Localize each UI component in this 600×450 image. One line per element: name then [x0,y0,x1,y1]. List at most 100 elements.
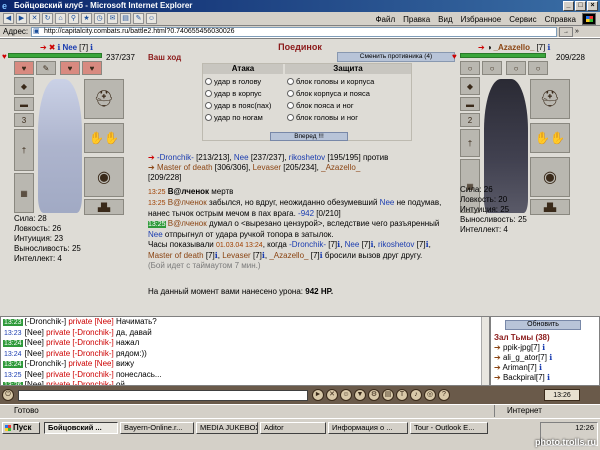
defense-option[interactable]: блок корпуса и пояса [287,88,370,98]
clear-icon[interactable]: ✕ [326,389,338,401]
info-icon[interactable]: ℹ [547,43,550,52]
chat-sender[interactable]: [Nee] [25,328,44,337]
translit-icon[interactable]: T [396,389,408,401]
attack-option[interactable]: удар по ногам [205,112,263,122]
chat-time[interactable]: 13:23 [3,329,23,337]
equip-slot[interactable]: ○ [506,61,526,75]
forward-button[interactable]: Вперед !!! [270,132,348,141]
refresh-button[interactable]: Обновить [505,320,581,330]
chat-sender[interactable]: [Nee] [25,370,44,379]
radio-icon[interactable] [287,113,294,121]
messenger-icon[interactable]: ☺ [146,13,157,24]
menu-file[interactable]: Файл [375,15,395,24]
equip-slot[interactable]: ○ [528,61,548,75]
favorites-icon[interactable]: ★ [81,13,92,24]
task-button[interactable]: Информация о ... [328,422,408,434]
filter-icon[interactable]: ▼ [354,389,366,401]
task-button[interactable]: Tour - Outlook E... [410,422,488,434]
info-icon[interactable]: ℹ [320,251,323,260]
chat-time[interactable]: 13:23 [3,319,23,326]
chat-recipient[interactable]: private [-Dronchik-] [46,370,114,379]
defense-option[interactable]: блок пояса и ног [287,100,354,110]
menu-help[interactable]: Справка [545,15,576,24]
maximize-button[interactable]: □ [575,1,586,11]
menu-edit[interactable]: Правка [403,15,430,24]
chat-sender[interactable]: [-Dronchik-] [25,317,66,326]
print-icon[interactable]: ▤ [120,13,131,24]
chat-time[interactable]: 13:24 [3,361,23,368]
edit-icon[interactable]: ✎ [133,13,144,24]
mail-icon[interactable]: ✉ [107,13,118,24]
equip-slot[interactable]: ♥ [82,61,102,75]
cancel-icon[interactable]: ✖ [49,43,56,52]
equip-slot[interactable]: ▟▙ [84,199,124,215]
room-member[interactable]: ➔ ppik-jpg[7] ℹ [494,343,552,353]
defense-option[interactable]: блок головы и ног [287,112,358,122]
radio-icon[interactable] [287,89,294,97]
exit-icon[interactable]: ⏻ [2,389,14,401]
equip-slot[interactable]: ▬ [14,97,34,111]
radio-icon[interactable] [205,89,212,97]
room-member[interactable]: ➔ Backpiral[7] ℹ [494,373,552,383]
chat-sender[interactable]: [Nee] [25,349,44,358]
equip-slot[interactable]: 2 [460,113,480,127]
equip-slot[interactable]: ⛑ [84,79,124,119]
task-button[interactable]: Бойцовский ... [44,422,118,434]
map-icon[interactable]: ◎ [424,389,436,401]
info-icon[interactable]: ℹ [90,43,93,52]
history-icon[interactable]: ◷ [94,13,105,24]
equip-slot[interactable]: ▟▙ [530,199,570,215]
close-button[interactable]: × [587,1,598,11]
info-icon[interactable]: ℹ [215,251,218,260]
chat-time[interactable]: 13:24 [3,340,23,347]
equip-slot[interactable]: † [14,129,34,171]
info-icon[interactable]: ℹ [370,240,373,249]
equip-slot[interactable]: ◆ [14,77,34,95]
refresh-icon[interactable]: ↻ [42,13,53,24]
home-icon[interactable]: ⌂ [55,13,66,24]
search-icon[interactable]: ⚲ [68,13,79,24]
equip-slot[interactable]: ○ [460,61,480,75]
go-button[interactable]: → [559,26,573,37]
member-name[interactable]: ali_g_ator[7] [503,353,547,362]
attack-option[interactable]: удар в корпус [205,88,262,98]
help-icon[interactable]: ? [438,389,450,401]
radio-icon[interactable] [205,77,212,85]
chat-time[interactable]: 13:25 [3,371,23,379]
fighter-name[interactable]: Levaser [253,163,281,172]
change-opponent-button[interactable]: Сменить противника (4) [337,52,455,62]
room-member[interactable]: ➔ Ariman[7] ℹ [494,363,552,373]
equip-slot[interactable]: ♥ [14,61,34,75]
info-icon[interactable]: ℹ [537,363,542,372]
equip-slot[interactable]: ◉ [530,157,570,197]
right-player-name[interactable]: _Azazello_ [494,43,535,52]
fighter-name[interactable]: -Dronchik- [157,153,194,162]
chat-recipient[interactable]: private [Nee] [68,317,113,326]
menu-tools[interactable]: Сервис [509,15,536,24]
chat-time[interactable]: 13:24 [3,350,23,358]
equip-slot[interactable]: ▬ [460,97,480,111]
chat-input[interactable] [18,389,308,401]
info-icon[interactable]: ℹ [262,251,265,260]
equip-slot[interactable]: ◉ [84,157,124,197]
equip-slot[interactable]: ▦ [14,173,34,213]
chat-recipient[interactable]: private [-Dronchik-] [46,349,114,358]
info-icon[interactable]: ℹ [545,373,550,382]
chat-sender[interactable]: [-Dronchik-] [25,359,66,368]
send-icon[interactable]: ► [312,389,324,401]
chat-scrollbar[interactable] [481,317,489,385]
equip-slot[interactable]: ✋✋ [530,123,570,153]
task-button[interactable]: MEDIA JUKEBOX [196,422,258,434]
equip-slot[interactable]: ○ [482,61,502,75]
info-icon[interactable]: ℹ [547,353,552,362]
chat-sender[interactable]: [Nee] [25,338,44,347]
settings-icon[interactable]: ⚙ [368,389,380,401]
equip-slot[interactable]: † [460,129,480,157]
stop-icon[interactable]: ✕ [29,13,40,24]
equip-slot[interactable]: ✎ [36,61,56,75]
smile-icon[interactable]: ☺ [340,389,352,401]
left-avatar[interactable] [38,79,82,213]
attack-option[interactable]: удар в голову [205,76,261,86]
links-chevron[interactable]: » [575,28,579,35]
member-name[interactable]: ppik-jpg[7] [503,343,540,352]
